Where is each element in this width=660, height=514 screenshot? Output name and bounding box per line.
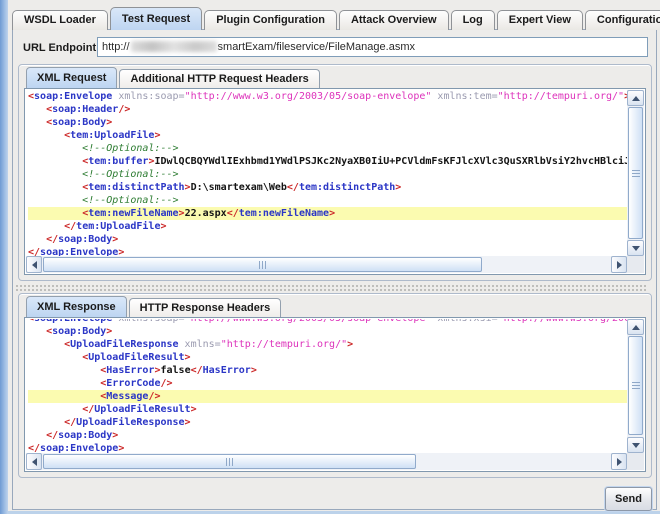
tab-expert-view[interactable]: Expert View xyxy=(497,10,583,30)
scroll-right-button[interactable] xyxy=(611,256,627,273)
request-code-area[interactable]: <soap:Envelope xmlns:soap="http://www.w3… xyxy=(26,90,627,256)
scroll-down-icon xyxy=(632,246,640,251)
response-hscroll-thumb[interactable] xyxy=(43,454,416,469)
response-horizontal-scrollbar[interactable] xyxy=(26,453,627,470)
code-line: <tem:UploadFile> xyxy=(28,129,627,142)
scroll-right-button[interactable] xyxy=(611,453,627,470)
code-line: <tem:buffer>IDwlQCBQYWdlIExhbmd1YWdlPSJK… xyxy=(28,155,627,168)
code-line: </tem:UploadFile> xyxy=(28,220,627,233)
response-editor: <soap:Envelope xmlns:soap="http://www.w3… xyxy=(24,317,646,472)
scroll-up-icon xyxy=(632,96,640,101)
application-window: WSDL Loader Test Request Plugin Configur… xyxy=(0,0,660,514)
code-line: </UploadFileResponse> xyxy=(28,416,627,429)
code-line: <!--Optional:--> xyxy=(28,194,627,207)
code-line: <soap:Envelope xmlns:soap="http://www.w3… xyxy=(28,319,627,325)
tab-attack-overview[interactable]: Attack Overview xyxy=(339,10,449,30)
code-line: <UploadFileResponse xmlns="http://tempur… xyxy=(28,338,627,351)
code-line: <UploadFileResult> xyxy=(28,351,627,364)
request-panel: XML Request Additional HTTP Request Head… xyxy=(18,64,652,281)
scroll-up-button[interactable] xyxy=(627,319,644,335)
request-vertical-scrollbar[interactable] xyxy=(627,90,644,256)
code-line: </soap:Envelope> xyxy=(28,246,627,256)
tab-log[interactable]: Log xyxy=(451,10,495,30)
code-line: </soap:Envelope> xyxy=(28,442,627,453)
scroll-right-icon xyxy=(617,458,622,466)
scroll-left-button[interactable] xyxy=(26,453,42,470)
tab-additional-http-request-headers[interactable]: Additional HTTP Request Headers xyxy=(119,69,319,88)
scroll-down-button[interactable] xyxy=(627,437,644,453)
code-line: <HasError>false</HasError> xyxy=(28,364,627,377)
url-redacted-host xyxy=(131,41,217,52)
request-vscroll-thumb[interactable] xyxy=(628,107,643,239)
code-line: <soap:Body> xyxy=(28,325,627,338)
scroll-down-icon xyxy=(632,443,640,448)
request-horizontal-scrollbar[interactable] xyxy=(26,256,627,273)
main-tab-bar: WSDL Loader Test Request Plugin Configur… xyxy=(12,7,660,30)
code-line: <ErrorCode/> xyxy=(28,377,627,390)
response-vertical-scrollbar[interactable] xyxy=(627,319,644,453)
scroll-right-icon xyxy=(617,261,622,269)
code-line: <tem:distinctPath>D:\smartexam\Web</tem:… xyxy=(28,181,627,194)
window-left-border xyxy=(0,0,8,514)
response-code-area[interactable]: <soap:Envelope xmlns:soap="http://www.w3… xyxy=(26,319,627,453)
highlighted-code-line: <Message/> xyxy=(28,390,627,403)
code-line: <!--Optional:--> xyxy=(28,168,627,181)
scroll-left-button[interactable] xyxy=(26,256,42,273)
response-vscroll-thumb[interactable] xyxy=(628,336,643,435)
scroll-left-icon xyxy=(32,458,37,466)
tab-xml-response[interactable]: XML Response xyxy=(26,296,127,317)
send-button[interactable]: Send xyxy=(605,487,652,511)
scrollbar-corner xyxy=(627,453,644,470)
scroll-up-button[interactable] xyxy=(627,90,644,106)
highlighted-code-line: <tem:newFileName>22.aspx</tem:newFileNam… xyxy=(28,207,627,220)
request-hscroll-thumb[interactable] xyxy=(43,257,482,272)
scrollbar-corner xyxy=(627,256,644,273)
request-editor: <soap:Envelope xmlns:soap="http://www.w3… xyxy=(24,88,646,275)
tab-xml-request[interactable]: XML Request xyxy=(26,67,117,88)
code-line: </UploadFileResult> xyxy=(28,403,627,416)
scroll-down-button[interactable] xyxy=(627,240,644,256)
url-suffix: smartExam/fileservice/FileManage.asmx xyxy=(218,41,415,53)
code-line: </soap:Body> xyxy=(28,233,627,246)
tab-configuration[interactable]: Configuration xyxy=(585,10,660,30)
tab-content-pane: URL Endpoint: http:// smartExam/fileservi… xyxy=(12,29,657,510)
response-panel: XML Response HTTP Response Headers <soap… xyxy=(18,293,652,478)
code-line: <soap:Body> xyxy=(28,116,627,129)
tab-plugin-configuration[interactable]: Plugin Configuration xyxy=(204,10,337,30)
url-endpoint-field[interactable]: http:// smartExam/fileservice/FileManage.… xyxy=(97,37,648,57)
tab-wsdl-loader[interactable]: WSDL Loader xyxy=(12,10,108,30)
code-line: </soap:Body> xyxy=(28,429,627,442)
code-line: <!--Optional:--> xyxy=(28,142,627,155)
response-tab-bar: XML Response HTTP Response Headers xyxy=(26,296,281,317)
scroll-up-icon xyxy=(632,325,640,330)
tab-http-response-headers[interactable]: HTTP Response Headers xyxy=(129,298,282,317)
url-prefix: http:// xyxy=(102,41,130,53)
tab-test-request[interactable]: Test Request xyxy=(110,7,202,30)
code-line: <soap:Envelope xmlns:soap="http://www.w3… xyxy=(28,90,627,103)
request-tab-bar: XML Request Additional HTTP Request Head… xyxy=(26,67,320,88)
url-endpoint-label: URL Endpoint: xyxy=(23,42,100,54)
split-divider[interactable] xyxy=(15,284,646,292)
code-line: <soap:Header/> xyxy=(28,103,627,116)
scroll-left-icon xyxy=(32,261,37,269)
